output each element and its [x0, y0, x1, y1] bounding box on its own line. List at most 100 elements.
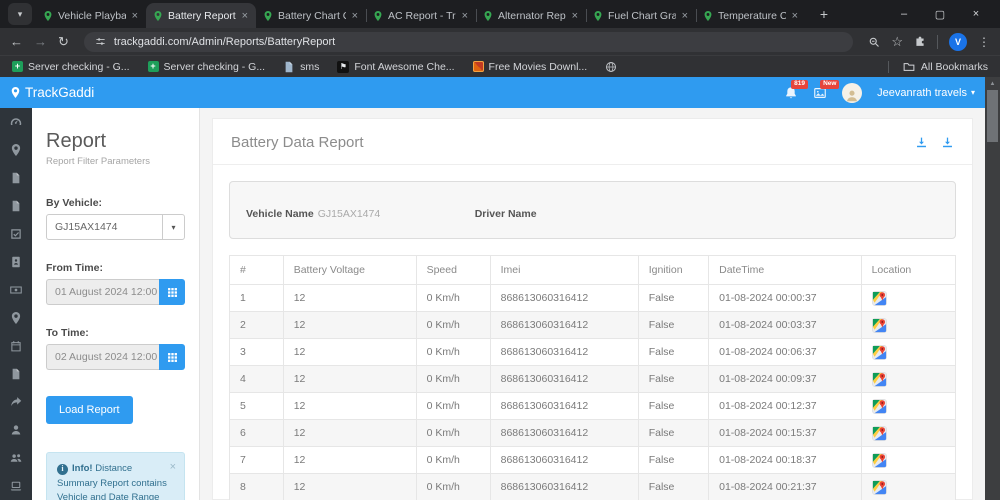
menu-dots-icon[interactable]: ⋮	[978, 35, 990, 49]
table-cell: 1	[229, 284, 284, 312]
forward-button[interactable]: →	[34, 35, 47, 48]
map-location-link[interactable]	[872, 400, 887, 412]
vehicle-name-value: GJ15AX1474	[317, 208, 381, 220]
all-bookmarks-button[interactable]: All Bookmarks	[887, 60, 988, 73]
tab-search-button[interactable]: ▾	[8, 3, 32, 25]
table-header-row: # Battery Voltage Speed Imei Ignition DateTim…	[229, 255, 957, 285]
tab-close-icon[interactable]: ×	[351, 10, 359, 22]
bookmark-star-icon[interactable]: ☆	[891, 34, 903, 50]
scrollbar-thumb[interactable]	[987, 90, 998, 142]
battery-report-table: # Battery Voltage Speed Imei Ignition DateTim…	[229, 255, 957, 500]
map-location-link[interactable]	[872, 481, 887, 493]
table-cell: 4	[229, 365, 284, 393]
file-icon	[10, 368, 22, 380]
site-settings-icon[interactable]	[95, 36, 106, 47]
minimize-button[interactable]: –	[886, 0, 922, 28]
sidebar-item-users[interactable]	[0, 444, 32, 472]
browser-tab[interactable]: Vehicle Playback - Tr ×	[36, 3, 146, 28]
sidebar-item-calendar[interactable]	[0, 332, 32, 360]
download-icon[interactable]	[915, 136, 928, 149]
bookmark-label: Free Movies Downl...	[488, 60, 588, 73]
column-header: #	[229, 255, 284, 285]
tab-close-icon[interactable]: ×	[241, 10, 249, 22]
map-location-link[interactable]	[872, 454, 887, 466]
zoom-icon[interactable]	[868, 36, 880, 48]
browser-tab[interactable]: Fuel Chart Graph - Tr ×	[586, 3, 696, 28]
browser-tab[interactable]: Alternator Report - T ×	[476, 3, 586, 28]
map-location-link[interactable]	[872, 346, 887, 358]
globe-icon	[605, 61, 617, 73]
trackgaddi-favicon	[263, 10, 273, 22]
map-location-link[interactable]	[872, 427, 887, 439]
address-bar[interactable]: trackgaddi.com/Admin/Reports/BatteryRepo…	[83, 31, 854, 52]
reload-button[interactable]: ↻	[58, 35, 69, 48]
table-cell: 868613060316412	[489, 446, 639, 474]
table-row: 2 12 0 Km/h 868613060316412 False 01-08-2024 …	[229, 311, 957, 339]
tab-close-icon[interactable]: ×	[571, 10, 579, 22]
vehicle-select[interactable]: GJ15AX1474 ▾	[46, 214, 185, 240]
tab-close-icon[interactable]: ×	[131, 10, 139, 22]
sidebar-item-pin[interactable]	[0, 304, 32, 332]
tab-close-icon[interactable]: ×	[791, 10, 799, 22]
map-location-link[interactable]	[872, 319, 887, 331]
table-cell: 2	[229, 311, 284, 339]
sidebar-item-share[interactable]	[0, 388, 32, 416]
sidebar-item-file[interactable]	[0, 192, 32, 220]
table-cell: False	[637, 284, 710, 312]
user-name: Jeevanrath travels	[877, 86, 967, 99]
table-cell: False	[637, 311, 710, 339]
user-menu[interactable]: Jeevanrath travels ▾	[877, 87, 975, 99]
table-row: 8 12 0 Km/h 868613060316412 False 01-08-2024 …	[229, 473, 957, 500]
bookmark-item[interactable]	[605, 61, 617, 73]
app-header: TrackGaddi 819 New Jeevanrath travels ▾	[0, 77, 985, 108]
browser-tab[interactable]: Battery Report - Trac ×	[146, 3, 256, 28]
from-time-input[interactable]: 01 August 2024 12:00 am	[46, 279, 159, 305]
browser-tab[interactable]: AC Report - TrackGa ×	[366, 3, 476, 28]
extensions-icon[interactable]	[914, 36, 926, 48]
from-time-label: From Time:	[46, 262, 103, 274]
sidebar-item-pin[interactable]	[0, 136, 32, 164]
sidebar-item-check[interactable]	[0, 220, 32, 248]
new-tab-button[interactable]: +	[812, 2, 836, 26]
bookmark-label: sms	[300, 60, 320, 73]
bookmarks-list: + Server checking - G... + Server checking …	[12, 60, 617, 73]
bookmark-item[interactable]: ⚑ Font Awesome Che...	[337, 60, 455, 73]
table-cell: 0 Km/h	[415, 419, 491, 447]
to-time-input[interactable]: 02 August 2024 12:00 am	[46, 344, 159, 370]
scroll-up-arrow[interactable]: ▲	[985, 77, 1000, 87]
load-report-button[interactable]: Load Report	[46, 396, 133, 424]
bookmark-item[interactable]: + Server checking - G...	[12, 61, 130, 73]
user-avatar[interactable]	[842, 82, 863, 103]
map-location-link[interactable]	[872, 373, 887, 385]
tab-close-icon[interactable]: ×	[461, 10, 469, 22]
from-time-calendar-button[interactable]	[159, 279, 185, 305]
close-window-button[interactable]: ×	[958, 0, 994, 28]
browser-tab[interactable]: Temperature Chart G ×	[696, 3, 806, 28]
maximize-button[interactable]: ▢	[922, 0, 958, 28]
bookmark-item[interactable]: sms	[283, 61, 319, 73]
table-body: 1 12 0 Km/h 868613060316412 False 01-08-2024 …	[229, 284, 957, 500]
sidebar-item-book[interactable]	[0, 248, 32, 276]
messages-button[interactable]: New	[813, 79, 840, 100]
brand-logo[interactable]: TrackGaddi	[10, 85, 94, 100]
page-scrollbar[interactable]: ▲	[985, 77, 1000, 500]
sidebar-item-laptop[interactable]	[0, 472, 32, 500]
profile-avatar[interactable]: V	[949, 32, 967, 51]
to-time-calendar-button[interactable]	[159, 344, 185, 370]
map-location-link[interactable]	[872, 292, 887, 304]
bookmark-item[interactable]: Free Movies Downl...	[472, 60, 588, 73]
sidebar-item-money[interactable]	[0, 276, 32, 304]
download-icon[interactable]	[941, 136, 954, 149]
browser-tab[interactable]: Battery Chart Graph ×	[256, 3, 366, 28]
sidebar-item-file[interactable]	[0, 164, 32, 192]
trackgaddi-favicon	[703, 10, 713, 22]
sidebar-item-user[interactable]	[0, 416, 32, 444]
notifications-button[interactable]: 819	[784, 79, 808, 100]
sidebar-item-gauge[interactable]	[0, 108, 32, 136]
alert-close-icon[interactable]: ×	[170, 459, 176, 476]
tab-close-icon[interactable]: ×	[681, 10, 689, 22]
back-button[interactable]: ←	[10, 35, 23, 48]
sidebar-item-file[interactable]	[0, 360, 32, 388]
table-cell: 12	[282, 365, 417, 393]
bookmark-item[interactable]: + Server checking - G...	[147, 61, 265, 73]
